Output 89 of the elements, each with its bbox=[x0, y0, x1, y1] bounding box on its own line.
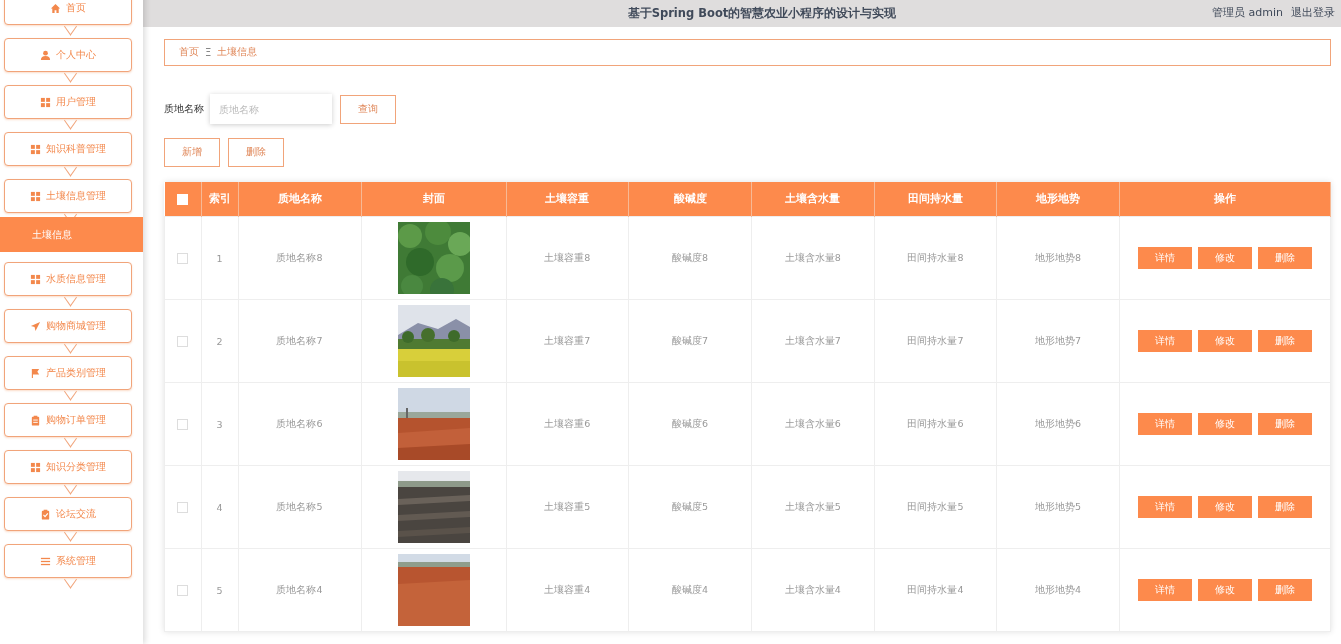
details-button[interactable]: 详情 bbox=[1138, 579, 1192, 601]
flag-icon bbox=[30, 367, 41, 379]
delete-button[interactable]: 删除 bbox=[228, 138, 284, 167]
column-header: 索引 bbox=[201, 182, 238, 217]
submenu-item[interactable]: 土壤信息 bbox=[0, 217, 143, 252]
table-cell: 质地名称6 bbox=[276, 417, 323, 429]
table-cell: 土壤容重4 bbox=[544, 583, 591, 595]
grid-icon bbox=[30, 273, 41, 285]
table-cell: 地形地势6 bbox=[1035, 417, 1082, 429]
column-header: 酸碱度 bbox=[628, 182, 752, 217]
grid-icon bbox=[40, 96, 51, 108]
delete-button[interactable]: 删除 bbox=[1258, 247, 1312, 269]
list-icon bbox=[40, 555, 51, 567]
table-cell: 4 bbox=[216, 501, 223, 513]
table-cell: 酸碱度7 bbox=[672, 334, 709, 346]
select-all-checkbox[interactable] bbox=[177, 194, 188, 206]
table-cell: 田间持水量5 bbox=[907, 500, 964, 512]
table-cell: 土壤容重7 bbox=[544, 334, 591, 346]
edit-button[interactable]: 修改 bbox=[1198, 330, 1252, 352]
delete-button[interactable]: 删除 bbox=[1258, 330, 1312, 352]
row-checkbox[interactable] bbox=[177, 502, 189, 513]
delete-button[interactable]: 删除 bbox=[1258, 579, 1312, 601]
table-cell: 地形地势5 bbox=[1035, 500, 1082, 512]
grid-icon bbox=[30, 461, 41, 473]
details-button[interactable]: 详情 bbox=[1138, 330, 1192, 352]
details-button[interactable]: 详情 bbox=[1138, 247, 1192, 269]
column-header: 质地名称 bbox=[238, 182, 361, 217]
clipboard-icon bbox=[30, 414, 41, 426]
details-button[interactable]: 详情 bbox=[1138, 413, 1192, 435]
table-cell: 地形地势8 bbox=[1035, 251, 1082, 263]
table-cell: 土壤含水量6 bbox=[784, 417, 841, 429]
table-cell: 土壤容重5 bbox=[544, 500, 591, 512]
table-cell: 土壤容重8 bbox=[544, 251, 591, 263]
breadcrumb-link[interactable]: 土壤信息 bbox=[217, 46, 258, 59]
add-button[interactable]: 新增 bbox=[164, 138, 220, 167]
page-title: 基于Spring Boot的智慧农业小程序的设计与实现 bbox=[627, 6, 897, 21]
table-cell: 质地名称7 bbox=[276, 334, 323, 346]
table-cell: 土壤含水量7 bbox=[784, 334, 841, 346]
column-header: 地形地势 bbox=[996, 182, 1120, 217]
edit-button[interactable]: 修改 bbox=[1198, 413, 1252, 435]
logout-link[interactable]: 退出登录 bbox=[1291, 5, 1335, 20]
edit-button[interactable]: 修改 bbox=[1198, 579, 1252, 601]
user-name: 管理员 admin bbox=[1212, 5, 1283, 20]
query-button[interactable]: 查询 bbox=[340, 94, 396, 124]
column-header: 田间持水量 bbox=[874, 182, 997, 217]
table-cell: 酸碱度6 bbox=[672, 417, 709, 429]
details-button[interactable]: 详情 bbox=[1138, 496, 1192, 518]
table-cell: 5 bbox=[216, 584, 223, 596]
row-checkbox[interactable] bbox=[177, 585, 189, 596]
table-cell: 地形地势4 bbox=[1035, 583, 1082, 595]
home-icon bbox=[50, 2, 61, 14]
table-cell: 酸碱度4 bbox=[672, 583, 709, 595]
table-cell: 田间持水量8 bbox=[907, 251, 964, 263]
search-label: 质地名称 bbox=[164, 102, 204, 116]
clipboard-check-icon bbox=[40, 508, 51, 520]
table-cell: 质地名称4 bbox=[276, 583, 323, 595]
table-cell: 质地名称5 bbox=[276, 500, 323, 512]
breadcrumb-link[interactable]: 首页 bbox=[179, 46, 199, 59]
table-cell: 地形地势7 bbox=[1035, 334, 1082, 346]
grid-icon bbox=[30, 190, 41, 202]
search-field[interactable]: 质地名称 bbox=[210, 94, 332, 124]
table-cell: 质地名称8 bbox=[276, 251, 323, 263]
table-cell: 田间持水量6 bbox=[907, 417, 964, 429]
table-cell: 田间持水量7 bbox=[907, 334, 964, 346]
table-cell: 酸碱度5 bbox=[672, 500, 709, 512]
table-cell: 2 bbox=[216, 335, 223, 347]
table-cell: 酸碱度8 bbox=[672, 251, 709, 263]
table-cell: 土壤含水量8 bbox=[784, 251, 841, 263]
grid-icon bbox=[30, 143, 41, 155]
table-cell: 1 bbox=[216, 252, 223, 264]
table-cell: 土壤容重6 bbox=[544, 417, 591, 429]
column-header: 封面 bbox=[361, 182, 506, 217]
delete-button[interactable]: 删除 bbox=[1258, 496, 1312, 518]
table-cell: 土壤含水量5 bbox=[784, 500, 841, 512]
column-header: 操作 bbox=[1119, 182, 1331, 217]
column-header: 土壤含水量 bbox=[751, 182, 875, 217]
delete-button[interactable]: 删除 bbox=[1258, 413, 1312, 435]
row-checkbox[interactable] bbox=[177, 419, 189, 430]
row-checkbox[interactable] bbox=[177, 253, 189, 264]
person-icon bbox=[40, 49, 51, 61]
column-header: 土壤容重 bbox=[506, 182, 629, 217]
table-cell: 3 bbox=[216, 418, 223, 430]
paper-plane-icon bbox=[30, 320, 41, 332]
table-cell: 田间持水量4 bbox=[907, 583, 964, 595]
edit-button[interactable]: 修改 bbox=[1198, 247, 1252, 269]
edit-button[interactable]: 修改 bbox=[1198, 496, 1252, 518]
row-checkbox[interactable] bbox=[177, 336, 189, 347]
breadcrumb-separator: Ξ bbox=[205, 47, 212, 58]
table-cell: 土壤含水量4 bbox=[784, 583, 841, 595]
